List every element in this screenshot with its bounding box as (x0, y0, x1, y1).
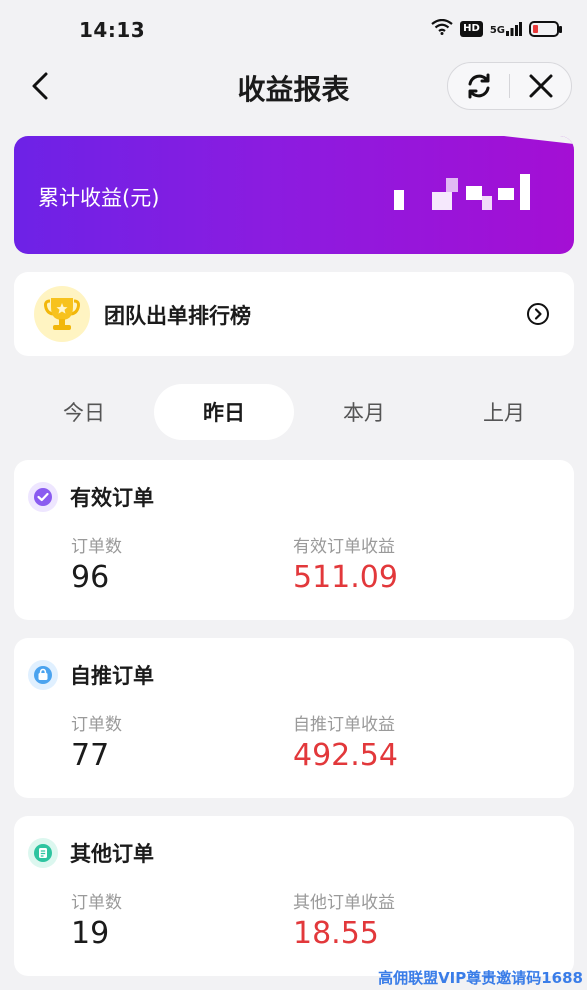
tab-this-month[interactable]: 本月 (294, 384, 434, 440)
tab-last-month[interactable]: 上月 (434, 384, 574, 440)
note-icon (28, 838, 58, 868)
hd-badge: HD (460, 21, 483, 37)
team-ranking-label: 团队出单排行榜 (104, 304, 251, 328)
capsule-menu (447, 62, 572, 110)
status-time: 14:13 (79, 18, 146, 42)
signal-icon: 5G (490, 22, 522, 36)
earnings-card: 累计收益(元) (14, 136, 574, 254)
battery-low-icon (529, 21, 562, 37)
close-button[interactable] (510, 63, 571, 109)
order-count: 19 (71, 916, 110, 951)
order-income: 492.54 (293, 738, 398, 773)
bag-icon (28, 660, 58, 690)
refresh-icon (468, 73, 489, 99)
earnings-label: 累计收益(元) (38, 186, 160, 210)
order-title: 自推订单 (70, 664, 154, 688)
valid-orders-card: 有效订单 订单数 有效订单收益 96 511.09 (14, 460, 574, 620)
earnings-value-obscured (394, 174, 538, 212)
team-ranking-card[interactable]: 团队出单排行榜 (14, 272, 574, 356)
count-label: 订单数 (71, 893, 122, 913)
wifi-icon (431, 18, 453, 39)
tab-today[interactable]: 今日 (14, 384, 154, 440)
income-label: 自推订单收益 (293, 715, 395, 735)
period-tabs: 今日 昨日 本月 上月 (14, 384, 574, 440)
order-income: 511.09 (293, 560, 398, 595)
status-bar: 14:13 HD 5G (0, 0, 587, 58)
watermark-text: 高佣联盟VIP尊贵邀请码1688 (378, 969, 583, 987)
refresh-button[interactable] (448, 63, 509, 109)
chevron-right-circle-icon (527, 303, 549, 325)
order-count: 96 (71, 560, 110, 595)
close-icon (529, 74, 552, 98)
trophy-icon (34, 286, 90, 342)
other-orders-card: 其他订单 订单数 其他订单收益 19 18.55 (14, 816, 574, 976)
order-title: 其他订单 (70, 842, 154, 866)
self-orders-card: 自推订单 订单数 自推订单收益 77 492.54 (14, 638, 574, 798)
income-label: 有效订单收益 (293, 537, 395, 557)
order-count: 77 (71, 738, 110, 773)
check-badge-icon (28, 482, 58, 512)
count-label: 订单数 (71, 537, 122, 557)
count-label: 订单数 (71, 715, 122, 735)
status-icons: HD 5G (431, 18, 562, 39)
tab-yesterday[interactable]: 昨日 (154, 384, 294, 440)
nav-bar: 收益报表 (0, 58, 587, 114)
order-title: 有效订单 (70, 486, 154, 510)
income-label: 其他订单收益 (293, 893, 395, 913)
order-income: 18.55 (293, 916, 379, 951)
